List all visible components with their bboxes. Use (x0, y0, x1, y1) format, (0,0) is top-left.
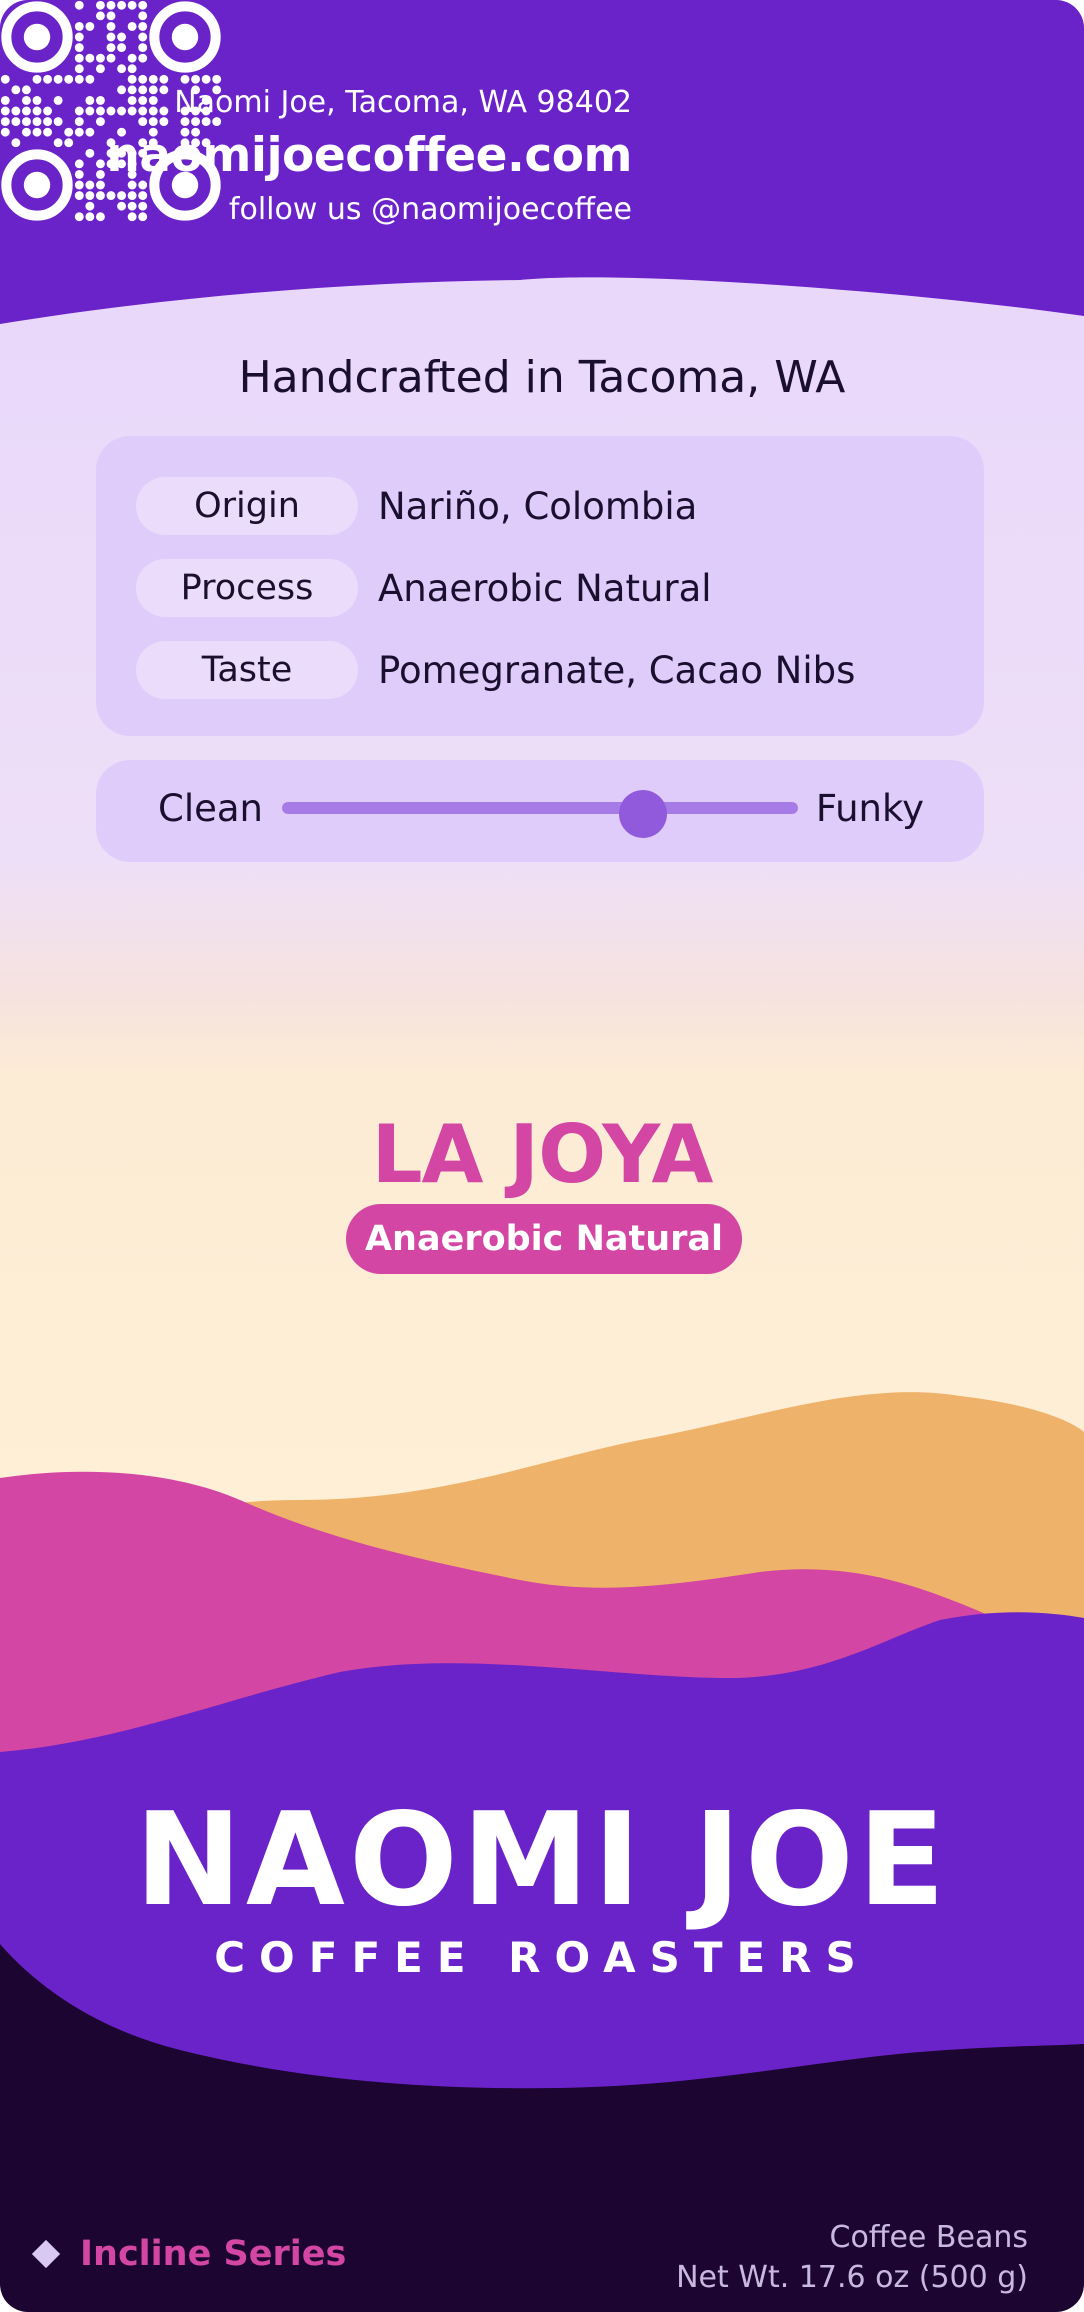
scale-knob (619, 790, 668, 838)
origin-label: Origin (136, 477, 358, 535)
brand-name: NAOMI JOE (134, 1786, 950, 1935)
info-row-origin: Origin Nariño, Colombia (136, 476, 697, 536)
info-row-taste: Taste Pomegranate, Cacao Nibs (136, 640, 855, 700)
diamond-icon (31, 2239, 61, 2269)
net-weight: Net Wt. 17.6 oz (500 g) (676, 2260, 1028, 2295)
product-type: Coffee Beans (829, 2220, 1029, 2255)
info-card: Origin Nariño, Colombia Process Anaerobi… (96, 436, 984, 736)
process-label: Process (136, 559, 358, 617)
info-row-process: Process Anaerobic Natural (136, 558, 712, 618)
brand-logo: NAOMI JOE COFFEE ROASTERS (0, 1786, 1084, 1986)
qr-code-icon[interactable] (0, 0, 222, 222)
coffee-label: Naomi Joe, Tacoma, WA 98402 naomijoecoff… (0, 0, 1084, 2312)
process-badge: Anaerobic Natural (346, 1204, 742, 1274)
origin-value: Nariño, Colombia (378, 484, 698, 528)
scale-right-label: Funky (815, 787, 924, 830)
tagline: Handcrafted in Tacoma, WA (238, 352, 846, 403)
flavor-scale: Clean Funky (96, 760, 984, 862)
series-info: Incline Series (31, 2234, 347, 2274)
weight-info: Coffee Beans Net Wt. 17.6 oz (500 g) (676, 2218, 1028, 2298)
scale-left-label: Clean (158, 787, 264, 830)
series-name: Incline Series (80, 2234, 347, 2274)
footer: Incline Series Coffee Beans Net Wt. 17.6… (0, 2204, 1084, 2312)
scale-track (282, 802, 798, 814)
brand-subtitle: COFFEE ROASTERS (214, 1933, 870, 1982)
header: Naomi Joe, Tacoma, WA 98402 naomijoecoff… (0, 0, 1084, 330)
product-name: LA JOYA (371, 1108, 714, 1201)
process-value: Anaerobic Natural (378, 566, 712, 610)
taste-label: Taste (136, 641, 358, 699)
taste-value: Pomegranate, Cacao Nibs (378, 648, 856, 692)
